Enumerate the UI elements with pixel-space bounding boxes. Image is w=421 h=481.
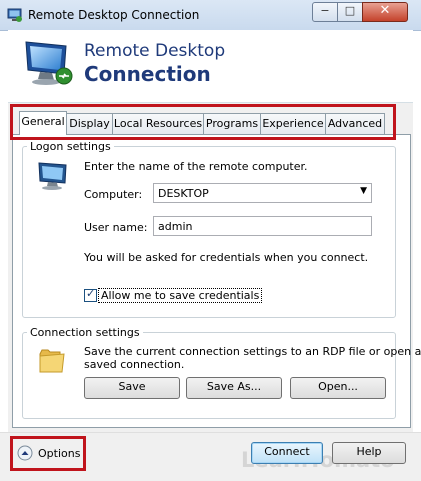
minimize-button[interactable]: − (312, 2, 338, 22)
dropdown-arrow-icon[interactable]: ▼ (360, 186, 367, 196)
save-as-button[interactable]: Save As... (186, 377, 282, 399)
save-credentials-checkbox[interactable]: ✓ (84, 287, 97, 302)
banner-title-line2: Connection (84, 62, 211, 86)
help-button[interactable]: Help (332, 442, 406, 464)
username-value: admin (158, 220, 193, 233)
remote-desktop-monitor-icon (25, 41, 73, 85)
remote-desktop-app-icon[interactable] (7, 7, 23, 23)
credentials-note: You will be asked for credentials when y… (84, 251, 369, 264)
connection-description-line2: saved connection. (84, 358, 185, 371)
window-title: Remote Desktop Connection (28, 8, 200, 22)
save-credentials-label[interactable]: Allow me to save credentials (98, 288, 263, 303)
banner-title-line1: Remote Desktop (84, 41, 226, 61)
computer-value: DESKTOP (158, 187, 209, 200)
folder-icon (39, 349, 65, 373)
tab-general[interactable]: General (19, 111, 67, 135)
checkmark-icon: ✓ (86, 287, 96, 300)
username-label: User name: (84, 221, 148, 234)
tab-strip-highlight (10, 104, 396, 140)
connect-button[interactable]: Connect (251, 442, 323, 464)
maximize-icon: □ (344, 4, 356, 17)
computer-combobox[interactable]: DESKTOP ▼ (153, 183, 372, 203)
close-icon: ✕ (379, 3, 391, 18)
close-button[interactable]: ✕ (362, 2, 408, 22)
computer-icon (38, 162, 67, 190)
open-button[interactable]: Open... (290, 377, 386, 399)
minimize-icon: − (320, 4, 330, 17)
logon-settings-label: Logon settings (27, 140, 114, 153)
logon-instruction: Enter the name of the remote computer. (84, 160, 308, 173)
save-button[interactable]: Save (84, 377, 180, 399)
connection-description-line1: Save the current connection settings to … (84, 345, 421, 358)
maximize-button[interactable]: □ (337, 2, 363, 22)
username-field[interactable]: admin (153, 216, 372, 236)
computer-label: Computer: (84, 188, 143, 201)
options-highlight (10, 436, 86, 471)
connection-settings-label: Connection settings (27, 326, 143, 339)
